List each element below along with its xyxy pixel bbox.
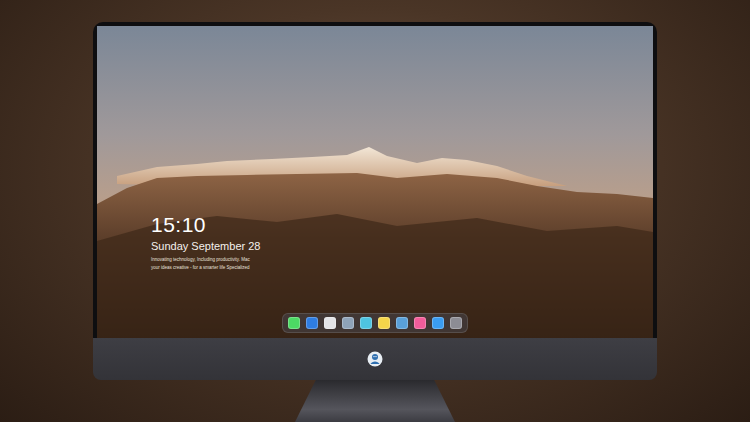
date: Sunday September 28 <box>151 239 653 253</box>
dock-app-icon[interactable] <box>414 317 426 329</box>
dock-app-icon[interactable] <box>360 317 372 329</box>
dock-app-icon[interactable] <box>342 317 354 329</box>
lock-info: 15:10 Sunday September 28 Innovating techn… <box>97 213 653 271</box>
monitor-stand <box>295 380 455 422</box>
dock-app-icon[interactable] <box>378 317 390 329</box>
dock-app-icon[interactable] <box>324 317 336 329</box>
dock-app-icon[interactable] <box>288 317 300 329</box>
brand-logo-icon <box>367 351 383 367</box>
monitor-chin <box>93 338 657 380</box>
desktop-screen: 15:10 Sunday September 28 Innovating techn… <box>97 26 653 338</box>
monitor-bezel: 15:10 Sunday September 28 Innovating techn… <box>93 22 657 338</box>
mountain-wallpaper-icon <box>97 26 653 338</box>
caption-line: your ideas creative - for a smarter life… <box>151 265 653 271</box>
dock-app-icon[interactable] <box>396 317 408 329</box>
caption-line: Innovating technology, Including product… <box>151 257 653 263</box>
dock <box>282 313 468 333</box>
clock: 15:10 <box>151 213 653 237</box>
dock-app-icon[interactable] <box>306 317 318 329</box>
monitor: 15:10 Sunday September 28 Innovating techn… <box>93 22 657 422</box>
dock-app-icon[interactable] <box>450 317 462 329</box>
dock-app-icon[interactable] <box>432 317 444 329</box>
page-background: 15:10 Sunday September 28 Innovating techn… <box>0 0 750 422</box>
